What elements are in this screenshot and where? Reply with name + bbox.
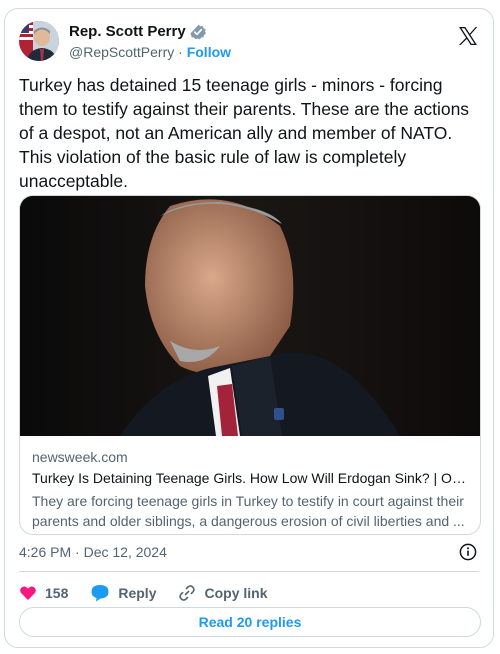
x-logo-icon[interactable] bbox=[457, 25, 479, 47]
heart-icon bbox=[20, 586, 36, 600]
link-preview-card[interactable]: newsweek.com Turkey Is Detaining Teenage… bbox=[19, 195, 481, 535]
handle-separator: · bbox=[178, 44, 183, 60]
author-names: Rep. Scott Perry @RepScottPerry · Follow bbox=[69, 23, 231, 61]
like-button[interactable]: 158 bbox=[19, 584, 68, 602]
tweet-text: Turkey has detained 15 teenage girls - m… bbox=[19, 75, 470, 191]
author-handle[interactable]: @RepScottPerry bbox=[69, 44, 174, 60]
like-count: 158 bbox=[45, 585, 69, 601]
copy-link-button[interactable]: Copy link bbox=[178, 584, 268, 602]
author-display-name[interactable]: Rep. Scott Perry bbox=[69, 23, 186, 41]
tweet-header: Rep. Scott Perry @RepScottPerry · Follow bbox=[19, 19, 479, 65]
author-handle-line: @RepScottPerry · Follow bbox=[69, 43, 231, 61]
info-icon[interactable] bbox=[459, 543, 477, 561]
tweet-actions: 158 Reply Copy link bbox=[19, 581, 290, 605]
reply-bubble-icon bbox=[91, 585, 109, 602]
author-display-name-row: Rep. Scott Perry bbox=[69, 23, 231, 41]
reply-button[interactable]: Reply bbox=[90, 584, 156, 602]
tweet-embed-card: Rep. Scott Perry @RepScottPerry · Follow bbox=[4, 8, 494, 648]
link-preview-body: newsweek.com Turkey Is Detaining Teenage… bbox=[20, 437, 480, 531]
link-domain: newsweek.com bbox=[32, 449, 128, 465]
article-photo bbox=[20, 196, 480, 436]
link-icon bbox=[179, 585, 196, 601]
read-replies-button[interactable]: Read 20 replies bbox=[19, 607, 481, 637]
avatar[interactable] bbox=[19, 21, 59, 61]
link-title[interactable]: Turkey Is Detaining Teenage Girls. How L… bbox=[32, 469, 468, 488]
divider bbox=[19, 571, 479, 572]
link-description: They are forcing teenage girls in Turkey… bbox=[32, 493, 465, 529]
reply-label: Reply bbox=[118, 585, 157, 601]
follow-button[interactable]: Follow bbox=[187, 44, 231, 60]
copy-link-label: Copy link bbox=[204, 585, 268, 601]
verified-badge-icon bbox=[190, 24, 206, 40]
tweet-timestamp[interactable]: 4:26 PM · Dec 12, 2024 bbox=[19, 543, 167, 561]
